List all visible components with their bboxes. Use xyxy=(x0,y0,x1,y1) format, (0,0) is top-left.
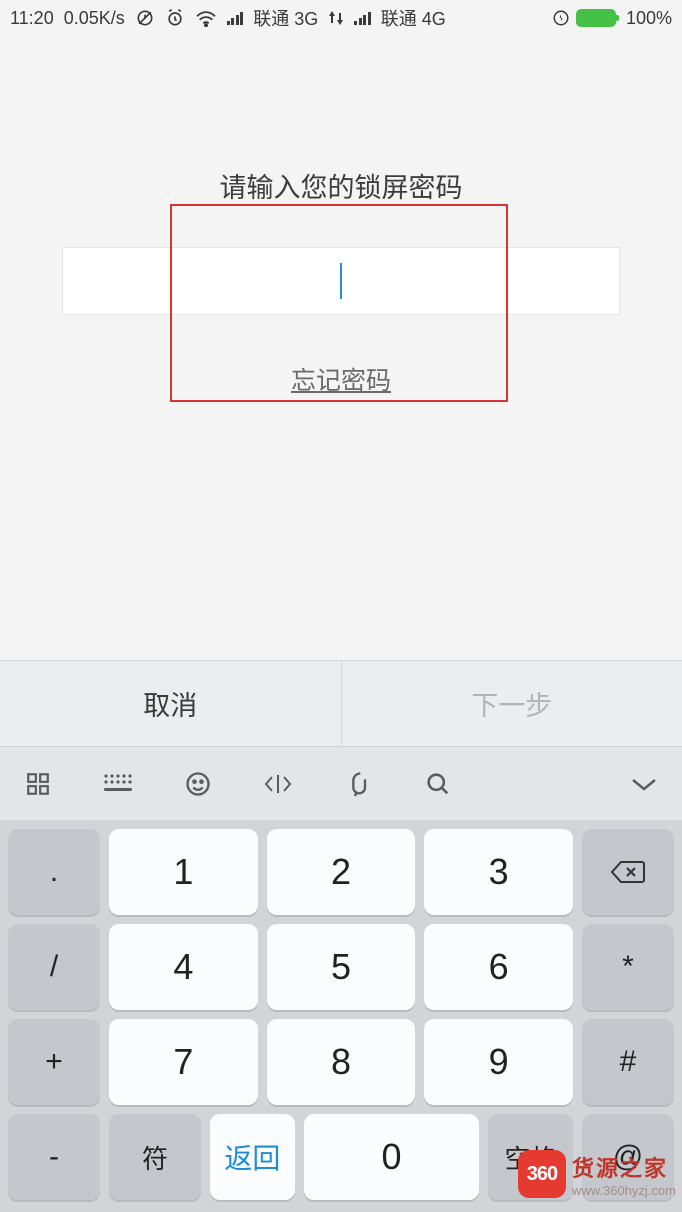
key-0[interactable]: 0 xyxy=(304,1114,480,1200)
key-plus[interactable]: + xyxy=(8,1019,100,1105)
keyboard-icon[interactable] xyxy=(98,764,138,804)
key-return[interactable]: 返回 xyxy=(210,1114,295,1200)
keyboard-toolbar xyxy=(0,746,682,820)
cancel-button[interactable]: 取消 xyxy=(0,661,342,746)
forgot-password-link[interactable]: 忘记密码 xyxy=(0,361,682,397)
lock-prompt: 请输入您的锁屏密码 xyxy=(0,166,682,205)
next-button[interactable]: 下一步 xyxy=(342,661,682,746)
watermark-title: 货源之家 xyxy=(572,1151,668,1183)
watermark-badge: 360 xyxy=(518,1150,566,1198)
grid-icon[interactable] xyxy=(18,764,58,804)
status-bar: 11:20 0.05K/s 联通 3G 联通 4G 100% xyxy=(0,0,682,36)
key-8[interactable]: 8 xyxy=(267,1019,416,1105)
key-6[interactable]: 6 xyxy=(424,924,573,1010)
data-icon xyxy=(328,9,344,27)
key-5[interactable]: 5 xyxy=(267,924,416,1010)
action-bar: 取消 下一步 xyxy=(0,660,682,746)
chevron-down-icon[interactable] xyxy=(624,764,664,804)
key-9[interactable]: 9 xyxy=(424,1019,573,1105)
signal-2-icon xyxy=(354,11,371,25)
key-4[interactable]: 4 xyxy=(109,924,258,1010)
carrier-2: 联通 4G xyxy=(381,5,446,31)
watermark: 360 货源之家 www.360hyzj.com xyxy=(518,1150,676,1198)
lock-screen-content: 请输入您的锁屏密码 忘记密码 xyxy=(0,36,682,660)
search-icon[interactable] xyxy=(418,764,458,804)
emoji-icon[interactable] xyxy=(178,764,218,804)
battery-percent: 100% xyxy=(626,8,672,29)
cursor-move-icon[interactable] xyxy=(258,764,298,804)
carrier-1: 联通 3G xyxy=(253,5,318,31)
key-dot[interactable]: . xyxy=(8,829,100,915)
key-2[interactable]: 2 xyxy=(267,829,416,915)
battery-icon xyxy=(576,9,616,27)
key-symbols[interactable]: 符 xyxy=(109,1114,201,1200)
charging-icon xyxy=(552,9,570,27)
key-minus[interactable]: - xyxy=(8,1114,100,1200)
status-net-speed: 0.05K/s xyxy=(64,8,125,29)
watermark-url: www.360hyzj.com xyxy=(572,1183,676,1198)
key-slash[interactable]: / xyxy=(8,924,100,1010)
text-cursor xyxy=(340,263,342,299)
signal-1-icon xyxy=(227,11,244,25)
password-input[interactable] xyxy=(62,247,620,315)
status-time: 11:20 xyxy=(10,8,54,29)
wifi-icon xyxy=(195,9,217,27)
mute-icon xyxy=(135,8,155,28)
key-7[interactable]: 7 xyxy=(109,1019,258,1105)
key-backspace[interactable] xyxy=(582,829,674,915)
key-hash[interactable]: # xyxy=(582,1019,674,1105)
alarm-icon xyxy=(165,8,185,28)
clipboard-icon[interactable] xyxy=(338,764,378,804)
key-1[interactable]: 1 xyxy=(109,829,258,915)
key-3[interactable]: 3 xyxy=(424,829,573,915)
key-star[interactable]: * xyxy=(582,924,674,1010)
